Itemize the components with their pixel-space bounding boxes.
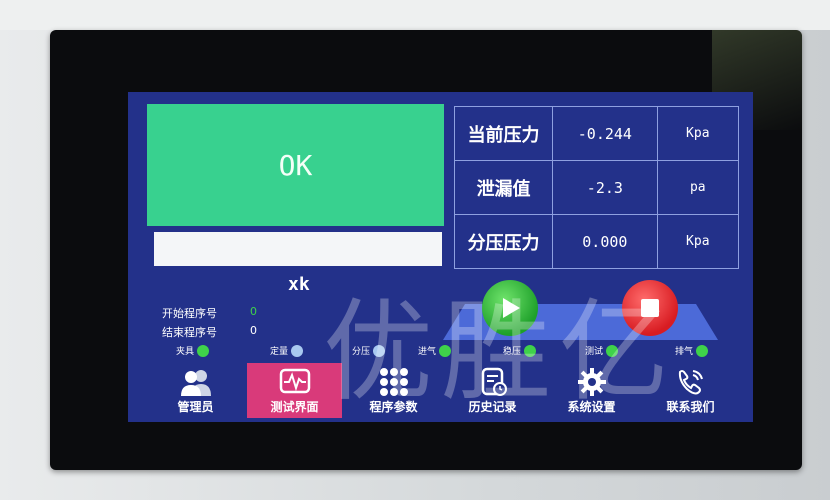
indicator-stabilize: 稳压 [503, 344, 537, 357]
reading-unit: pa [656, 160, 740, 215]
indicator-dot [291, 344, 304, 357]
indicator-label: 进气 [418, 347, 437, 357]
indicator-label: 分压 [352, 347, 371, 357]
gear-icon [577, 368, 606, 396]
indicator-dot [524, 344, 537, 357]
nav-label: 联系我们 [666, 400, 715, 414]
users-icon [180, 370, 211, 396]
reading-row-leak-value: 泄漏值 -2.3 pa [453, 160, 740, 215]
result-message-bar [154, 232, 442, 266]
reading-unit: Kpa [656, 214, 740, 269]
readings-table: 当前压力 -0.244 Kpa 泄漏值 -2.3 pa 分压压力 0.000 K… [453, 106, 740, 269]
reading-row-current-pressure: 当前压力 -0.244 Kpa [453, 106, 740, 161]
indicator-dot [606, 344, 619, 357]
play-icon [503, 298, 520, 318]
start-program-label: 开始程序号 [162, 307, 217, 320]
indicator-exhaust: 排气 [675, 344, 709, 357]
result-panel: OK [147, 104, 444, 226]
indicator-fixture: 夹具 [176, 344, 210, 357]
grid-icon [379, 368, 408, 396]
nav-label: 系统设置 [567, 400, 616, 414]
waveform-monitor-icon [279, 368, 310, 394]
result-sub-label: xk [288, 274, 310, 295]
indicator-label: 排气 [675, 347, 694, 357]
nav-item-admin[interactable]: 管理员 [148, 363, 243, 418]
stop-button[interactable] [622, 280, 678, 336]
nav-item-system-settings[interactable]: 系统设置 [544, 363, 639, 418]
reading-value: 0.000 [552, 214, 658, 269]
end-program-row: 结束程序号 0 [162, 324, 257, 340]
nav-item-test-screen[interactable]: 测试界面 [247, 363, 342, 418]
indicator-dot [439, 344, 452, 357]
nav-label: 管理员 [177, 400, 214, 414]
end-program-label: 结束程序号 [162, 326, 217, 339]
touch-screen: OK xk 当前压力 -0.244 Kpa 泄漏值 -2.3 pa 分压压力 0… [128, 92, 753, 422]
reading-label: 分压压力 [453, 214, 554, 269]
nav-item-contact-us[interactable]: 联系我们 [643, 363, 738, 418]
result-status: OK [278, 148, 313, 182]
indicator-label: 定量 [270, 347, 289, 357]
indicator-dot [197, 344, 210, 357]
nav-label: 测试界面 [270, 400, 319, 414]
nav-item-history[interactable]: 历史记录 [445, 363, 540, 418]
reading-row-partial-pressure: 分压压力 0.000 Kpa [453, 214, 740, 269]
reading-value: -2.3 [552, 160, 658, 215]
nav-label: 程序参数 [369, 400, 418, 414]
top-strip [0, 0, 830, 30]
start-button[interactable] [482, 280, 538, 336]
indicator-quantify: 定量 [270, 344, 304, 357]
bottom-nav: 管理员 测试界面 程序参数 历史记录 系统设置 联系我们 [148, 363, 748, 418]
reading-label: 当前压力 [453, 106, 554, 161]
indicator-label: 稳压 [503, 347, 522, 357]
indicator-label: 夹具 [176, 347, 195, 357]
status-indicator-row: 夹具 定量 分压 进气 稳压 测试 排气 [128, 344, 753, 360]
phone-icon [678, 370, 703, 395]
end-program-value: 0 [250, 324, 257, 337]
stop-icon [641, 299, 659, 317]
indicator-test: 测试 [585, 344, 619, 357]
indicator-intake: 进气 [418, 344, 452, 357]
reading-label: 泄漏值 [453, 160, 554, 215]
start-program-value: 0 [250, 305, 257, 318]
indicator-label: 测试 [585, 347, 604, 357]
nav-label: 历史记录 [468, 400, 517, 414]
indicator-dot [373, 344, 386, 357]
start-program-row: 开始程序号 0 [162, 305, 257, 321]
indicator-dot [696, 344, 709, 357]
nav-item-program-params[interactable]: 程序参数 [346, 363, 441, 418]
history-document-icon [481, 367, 507, 396]
indicator-partial-pressure: 分压 [352, 344, 386, 357]
reading-value: -0.244 [552, 106, 658, 161]
reading-unit: Kpa [656, 106, 740, 161]
